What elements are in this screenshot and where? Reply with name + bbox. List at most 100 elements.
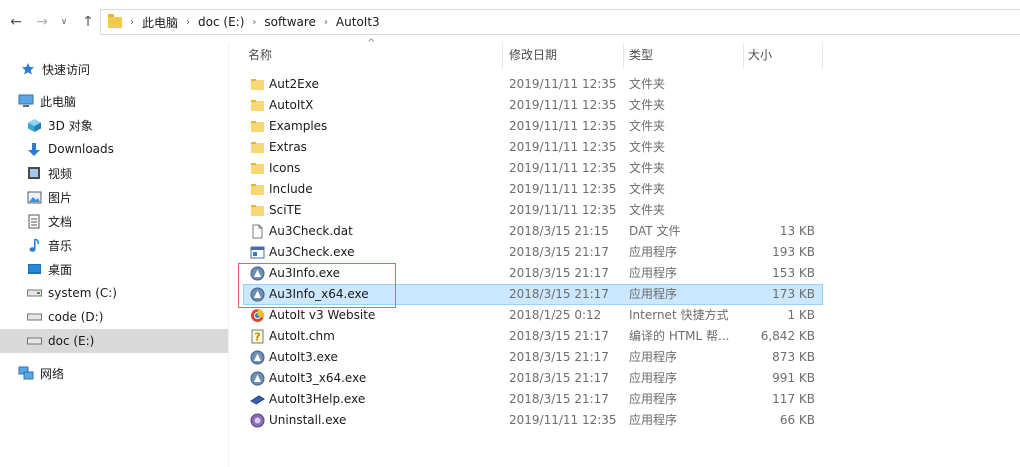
- file-date: 2019/11/11 12:35: [509, 140, 617, 154]
- file-date: 2019/11/11 12:35: [509, 98, 617, 112]
- sidebar-item-pictures[interactable]: 图片: [0, 185, 228, 209]
- file-row[interactable]: Uninstall.exe 2019/11/11 12:35 应用程序 66 K…: [243, 410, 823, 431]
- drive-icon: [26, 285, 42, 301]
- folder-icon: [108, 13, 122, 28]
- file-size: 1 KB: [787, 308, 815, 322]
- file-date: 2018/3/15 21:17: [509, 287, 609, 301]
- sidebar-item-documents[interactable]: 文档: [0, 209, 228, 233]
- file-size: 873 KB: [772, 350, 815, 364]
- file-size: 991 KB: [772, 371, 815, 385]
- file-row[interactable]: Examples 2019/11/11 12:35 文件夹: [243, 116, 823, 137]
- network-icon: [18, 365, 34, 381]
- sidebar-item-drive-d[interactable]: code (D:): [0, 305, 228, 329]
- cube-icon: [26, 117, 42, 133]
- column-header-type[interactable]: 类型: [624, 43, 742, 68]
- column-header-size[interactable]: 大小: [743, 43, 821, 68]
- sidebar-item-3d-objects[interactable]: 3D 对象: [0, 113, 228, 137]
- sidebar-item-quick-access[interactable]: 快速访问: [0, 57, 228, 81]
- chevron-right-icon[interactable]: ›: [122, 17, 142, 28]
- folder-icon: [250, 119, 265, 134]
- chevron-right-icon[interactable]: ›: [244, 17, 264, 28]
- file-row[interactable]: ? AutoIt.chm 2018/3/15 21:17 编译的 HTML 帮.…: [243, 326, 823, 347]
- breadcrumb-autoit3[interactable]: AutoIt3: [336, 15, 380, 29]
- file-row[interactable]: Au3Check.exe 2018/3/15 21:17 应用程序 193 KB: [243, 242, 823, 263]
- file-row[interactable]: Extras 2019/11/11 12:35 文件夹: [243, 137, 823, 158]
- forward-arrow-icon[interactable]: →: [32, 12, 52, 32]
- file-row[interactable]: SciTE 2019/11/11 12:35 文件夹: [243, 200, 823, 221]
- uninstall-icon: [250, 413, 265, 428]
- file-type: 文件夹: [629, 140, 666, 154]
- file-row[interactable]: Icons 2019/11/11 12:35 文件夹: [243, 158, 823, 179]
- folder-icon: [250, 203, 265, 218]
- file-type: 文件夹: [629, 98, 666, 112]
- column-divider[interactable]: [502, 43, 503, 68]
- app-window-icon: [250, 245, 265, 260]
- file-type: 应用程序: [629, 287, 678, 301]
- file-type: 应用程序: [629, 371, 678, 385]
- file-row[interactable]: AutoIt3Help.exe 2018/3/15 21:17 应用程序 117…: [243, 389, 823, 410]
- file-date: 2018/3/15 21:15: [509, 224, 609, 238]
- up-arrow-icon[interactable]: ↑: [78, 12, 98, 32]
- file-date: 2018/3/15 21:17: [509, 371, 609, 385]
- file-size: [743, 74, 815, 95]
- desktop-icon: [26, 261, 42, 277]
- file-date: 2018/3/15 21:17: [509, 392, 609, 406]
- column-divider[interactable]: [822, 43, 823, 68]
- file-type: 应用程序: [629, 350, 678, 364]
- download-arrow-icon: [26, 141, 42, 157]
- column-header-date[interactable]: 修改日期: [504, 43, 622, 68]
- file-row[interactable]: AutoItX 2019/11/11 12:35 文件夹: [243, 95, 823, 116]
- file-row[interactable]: AutoIt3_x64.exe 2018/3/15 21:17 应用程序 991…: [243, 368, 823, 389]
- file-name: Au3Check.exe: [269, 245, 355, 259]
- sidebar-item-drive-e[interactable]: doc (E:): [0, 329, 228, 353]
- breadcrumb-this-pc[interactable]: 此电脑: [142, 14, 178, 31]
- breadcrumb-software[interactable]: software: [264, 15, 316, 29]
- chevron-right-icon[interactable]: ›: [316, 17, 336, 28]
- chevron-right-icon[interactable]: ›: [178, 17, 198, 28]
- column-header: ^ 名称 修改日期 类型 大小: [243, 38, 823, 68]
- file-date: 2019/11/11 12:35: [509, 119, 617, 133]
- sidebar-item-music[interactable]: 音乐: [0, 233, 228, 257]
- sidebar-item-label: 桌面: [48, 262, 73, 277]
- sidebar-item-label: doc (E:): [48, 334, 95, 348]
- file-row[interactable]: AutoIt3.exe 2018/3/15 21:17 应用程序 873 KB: [243, 347, 823, 368]
- address-bar[interactable]: › 此电脑 › doc (E:) › software › AutoIt3: [100, 9, 1020, 35]
- document-icon: [26, 213, 42, 229]
- sidebar-item-this-pc[interactable]: 此电脑: [0, 89, 228, 113]
- file-size: [743, 116, 815, 137]
- file-size: 6,842 KB: [760, 329, 815, 343]
- file-row[interactable]: AutoIt v3 Website 2018/1/25 0:12 Interne…: [243, 305, 823, 326]
- file-type: 编译的 HTML 帮...: [629, 329, 730, 343]
- sidebar-item-desktop[interactable]: 桌面: [0, 257, 228, 281]
- folder-icon: [250, 77, 265, 92]
- column-header-name[interactable]: 名称: [243, 43, 500, 68]
- sidebar-item-label: 快速访问: [42, 62, 91, 77]
- file-row[interactable]: Aut2Exe 2019/11/11 12:35 文件夹: [243, 74, 823, 95]
- file-size: 117 KB: [772, 392, 815, 406]
- recent-locations-chevron-icon[interactable]: ∨: [57, 12, 71, 32]
- computer-icon: [18, 93, 34, 109]
- file-row[interactable]: Au3Check.dat 2018/3/15 21:15 DAT 文件 13 K…: [243, 221, 823, 242]
- sidebar-item-videos[interactable]: 视频: [0, 161, 228, 185]
- file-row[interactable]: Include 2019/11/11 12:35 文件夹: [243, 179, 823, 200]
- file-date: 2018/3/15 21:17: [509, 245, 609, 259]
- file-type: Internet 快捷方式: [629, 308, 729, 322]
- sidebar-item-label: 此电脑: [40, 94, 77, 109]
- file-name: Au3Check.dat: [269, 224, 353, 238]
- file-size: 193 KB: [772, 245, 815, 259]
- star-icon: [20, 61, 36, 77]
- file-type: 文件夹: [629, 161, 666, 175]
- breadcrumb-drive-e[interactable]: doc (E:): [198, 15, 244, 29]
- navigation-bar: ← → ∨ ↑ › 此电脑 › doc (E:) › software › Au…: [0, 0, 1020, 43]
- sidebar-item-drive-c[interactable]: system (C:): [0, 281, 228, 305]
- sidebar-item-downloads[interactable]: Downloads: [0, 137, 228, 161]
- file-size: [743, 95, 815, 116]
- folder-icon: [250, 140, 265, 155]
- sidebar-item-label: 文档: [48, 214, 73, 229]
- file-name: Examples: [269, 119, 328, 133]
- sidebar-item-label: 图片: [48, 190, 73, 205]
- sidebar-item-network[interactable]: 网络: [0, 361, 228, 385]
- back-arrow-icon[interactable]: ←: [6, 12, 26, 32]
- web-shortcut-icon: [250, 308, 265, 323]
- autoit-icon: [250, 371, 265, 386]
